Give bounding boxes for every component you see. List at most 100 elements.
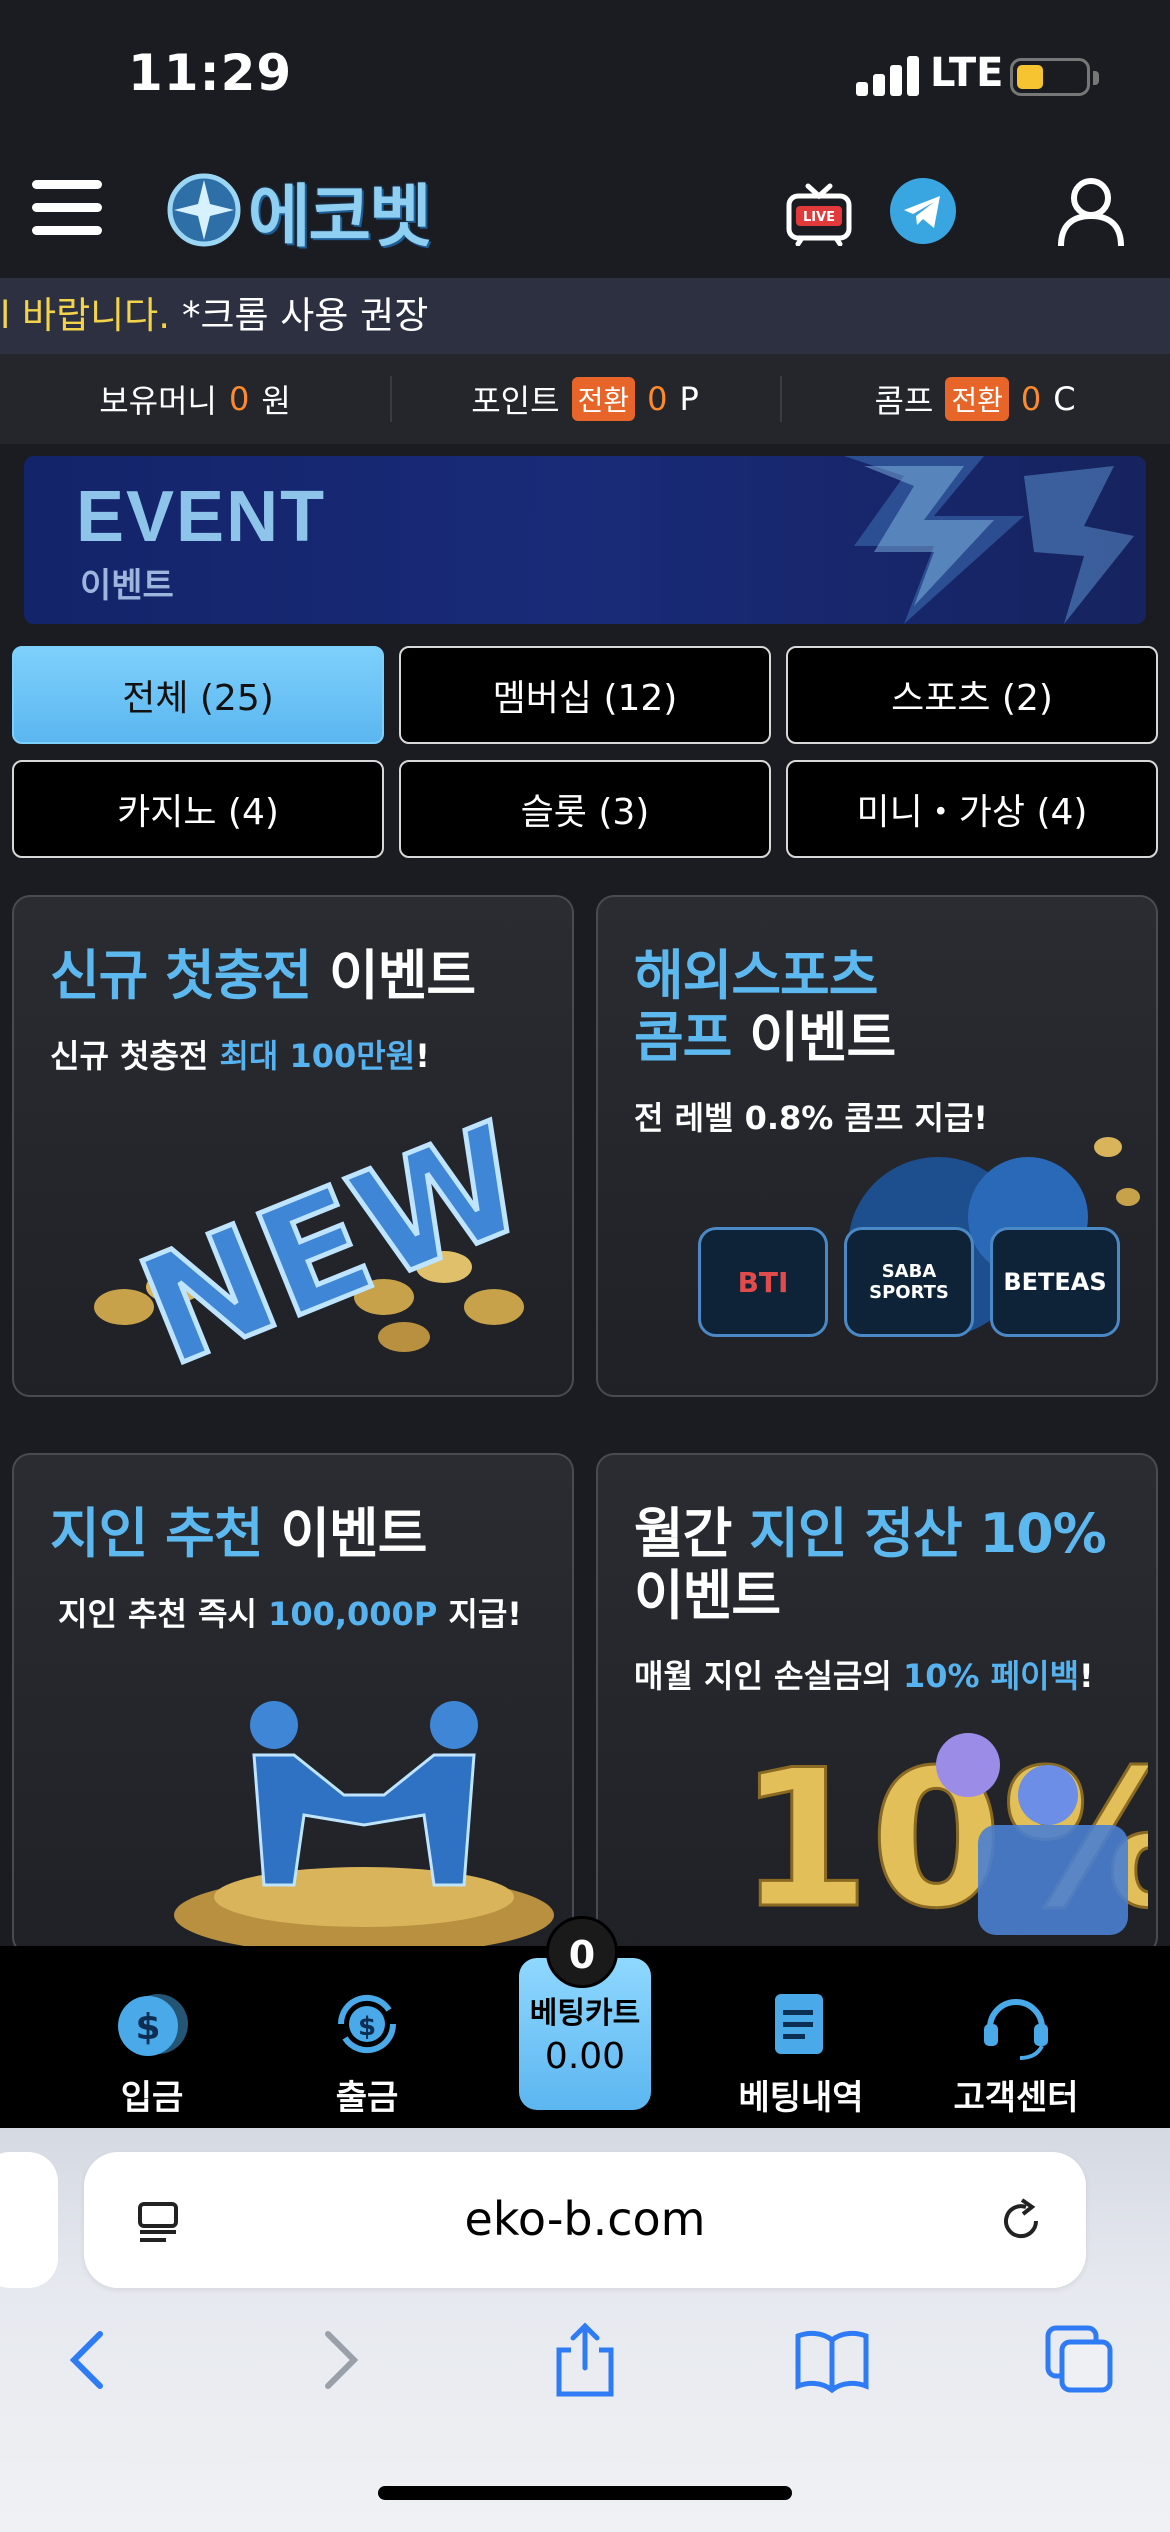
nav-withdraw[interactable]: $ 출금 <box>292 1984 442 2119</box>
card1-sub-b: 최대 100만원 <box>219 1037 416 1075</box>
event-card-referral[interactable]: 지인 추천 이벤트 지인 추천 즉시 100,000P 지급! <box>12 1453 574 1955</box>
event-card-monthly-settlement[interactable]: 월간 지인 정산 10% 이벤트 매월 지인 손실금의 10% 페이백! 10% <box>596 1453 1158 1955</box>
nav-bet-history-label: 베팅내역 <box>738 2078 864 2118</box>
live-badge: LIVE <box>803 210 835 225</box>
nav-support-label: 고객센터 <box>953 2078 1079 2118</box>
deposit-icon: $ <box>118 1994 188 2056</box>
card2-title-blue2: 콤프 <box>634 1006 732 1069</box>
comp-value: 0 <box>1020 380 1042 418</box>
previous-tab-peek[interactable] <box>0 2152 58 2288</box>
live-tv-icon[interactable]: LIVE <box>786 180 852 246</box>
withdraw-icon: $ <box>337 1994 397 2054</box>
banner-title-en: EVENT <box>76 477 327 557</box>
reload-icon[interactable] <box>996 2196 1046 2246</box>
back-icon[interactable] <box>48 2320 128 2400</box>
comp-label: 콤프 <box>874 382 934 420</box>
status-time: 11:29 <box>128 44 293 102</box>
point-convert-button[interactable]: 전환 <box>571 377 636 421</box>
bet-cart-value: 0.00 <box>544 2036 626 2077</box>
card3-sub-a: 지인 추천 즉시 <box>58 1595 257 1633</box>
balance-point: 포인트 전환 0 P <box>390 354 780 444</box>
address-bar[interactable]: eko-b.com <box>84 2152 1086 2288</box>
filter-all[interactable]: 전체 (25) <box>12 646 384 744</box>
bet-cart-label: 베팅카트 <box>529 1996 641 2031</box>
user-icon[interactable] <box>1056 176 1126 248</box>
bet-cart-count-badge: 0 <box>546 1916 618 1988</box>
signal-icon <box>856 56 920 96</box>
nav-withdraw-label: 출금 <box>335 2078 399 2118</box>
bookmarks-icon[interactable] <box>792 2320 872 2400</box>
card4-title-white: 월간 <box>634 1502 732 1565</box>
comp-unit: C <box>1053 380 1076 418</box>
card3-title-blue: 지인 추천 <box>50 1502 264 1565</box>
svg-text:$: $ <box>135 2007 160 2048</box>
bet-history-icon <box>775 1994 823 2054</box>
event-card-overseas-sports[interactable]: 해외스포츠 콤프 이벤트 전 레벨 0.8% 콤프 지급! BTI SABA S… <box>596 895 1158 1397</box>
notice-text: *크롬 사용 권장 <box>181 294 429 337</box>
url-text: eko-b.com <box>464 2192 706 2246</box>
menu-icon[interactable] <box>32 180 102 236</box>
logo-mark-icon <box>167 173 241 247</box>
beteasy-badge: BETEAS <box>990 1227 1120 1337</box>
brand-logo[interactable]: 에코벳 <box>166 168 432 255</box>
app-header: 에코벳 LIVE <box>0 140 1170 278</box>
card4-sub-c: ! <box>1079 1657 1094 1695</box>
banner-lightning-art <box>844 456 1134 624</box>
point-value: 0 <box>647 380 668 418</box>
event-banner: EVENT 이벤트 <box>24 456 1146 624</box>
tabs-icon[interactable] <box>1040 2320 1120 2400</box>
card1-title-blue: 신규 첫충전 <box>50 944 312 1007</box>
card4-sub-b: 10% 페이백 <box>902 1657 1080 1695</box>
nav-deposit-label: 입금 <box>120 2078 184 2118</box>
nav-support[interactable]: 고객센터 <box>941 1984 1091 2119</box>
card2-title-blue: 해외스포츠 <box>634 944 878 1007</box>
card3-sub-b: 100,000P <box>268 1595 438 1633</box>
card1-sub-a: 신규 첫충전 <box>50 1037 209 1075</box>
nav-deposit[interactable]: $ 입금 <box>77 1984 227 2119</box>
handshake-coins-art <box>174 1701 554 1953</box>
money-value: 0 <box>228 380 250 418</box>
ten-percent-wallet-art: 10% <box>737 1728 1149 1952</box>
card3-sub-c: 지급! <box>448 1595 522 1633</box>
filter-mini-virtual[interactable]: 미니・가상 (4) <box>786 760 1158 858</box>
status-bar: 11:29 LTE <box>0 0 1170 140</box>
money-label: 보유머니 <box>99 382 217 420</box>
notice-highlight: l 바랍니다. <box>0 294 170 337</box>
share-icon[interactable] <box>545 2320 625 2400</box>
network-label: LTE <box>930 50 1004 96</box>
notice-marquee: l 바랍니다. *크롬 사용 권장 <box>0 278 1170 354</box>
browser-chrome: eko-b.com <box>0 2128 1170 2532</box>
logo-text: 에코벳 <box>248 178 432 255</box>
filter-slot[interactable]: 슬롯 (3) <box>399 760 771 858</box>
comp-convert-button[interactable]: 전환 <box>945 377 1009 421</box>
filter-sports[interactable]: 스포츠 (2) <box>786 646 1158 744</box>
point-unit: P <box>679 380 699 418</box>
svg-text:$: $ <box>358 2012 376 2042</box>
filter-membership[interactable]: 멤버십 (12) <box>399 646 771 744</box>
card1-title-white: 이벤트 <box>329 944 476 1007</box>
point-label: 포인트 <box>471 382 560 420</box>
balance-bar: 보유머니 0 원 포인트 전환 0 P 콤프 전환 0 C <box>0 354 1170 444</box>
forward-icon[interactable] <box>300 2320 380 2400</box>
bti-badge: BTI <box>698 1227 828 1337</box>
filter-casino[interactable]: 카지노 (4) <box>12 760 384 858</box>
telegram-icon[interactable] <box>890 178 956 244</box>
nav-bet-history[interactable]: 베팅내역 <box>726 1984 876 2119</box>
balance-money: 보유머니 0 원 <box>0 354 390 444</box>
saba-badge: SABA SPORTS <box>844 1227 974 1337</box>
card3-title-white: 이벤트 <box>280 1502 427 1565</box>
card4-title-blue: 지인 정산 10% <box>749 1502 1107 1565</box>
card1-sub-c: ! <box>415 1037 430 1075</box>
banner-title-ko: 이벤트 <box>80 566 174 606</box>
battery-icon <box>1010 58 1099 96</box>
balance-comp: 콤프 전환 0 C <box>780 354 1170 444</box>
event-category-filters: 전체 (25) 멤버십 (12) 스포츠 (2) 카지노 (4) 슬롯 (3) … <box>12 646 1158 858</box>
home-indicator <box>378 2486 792 2500</box>
money-unit: 원 <box>261 382 291 420</box>
new-coins-art: NEW <box>94 1097 544 1377</box>
card2-title-white: 이벤트 <box>749 1006 896 1069</box>
card1-art-text: NEW <box>119 1097 544 1377</box>
headset-icon <box>984 1999 1048 2060</box>
event-card-new-deposit[interactable]: 신규 첫충전 이벤트 신규 첫충전 최대 100만원! NEW <box>12 895 574 1397</box>
card4-title-white2: 이벤트 <box>634 1564 781 1627</box>
